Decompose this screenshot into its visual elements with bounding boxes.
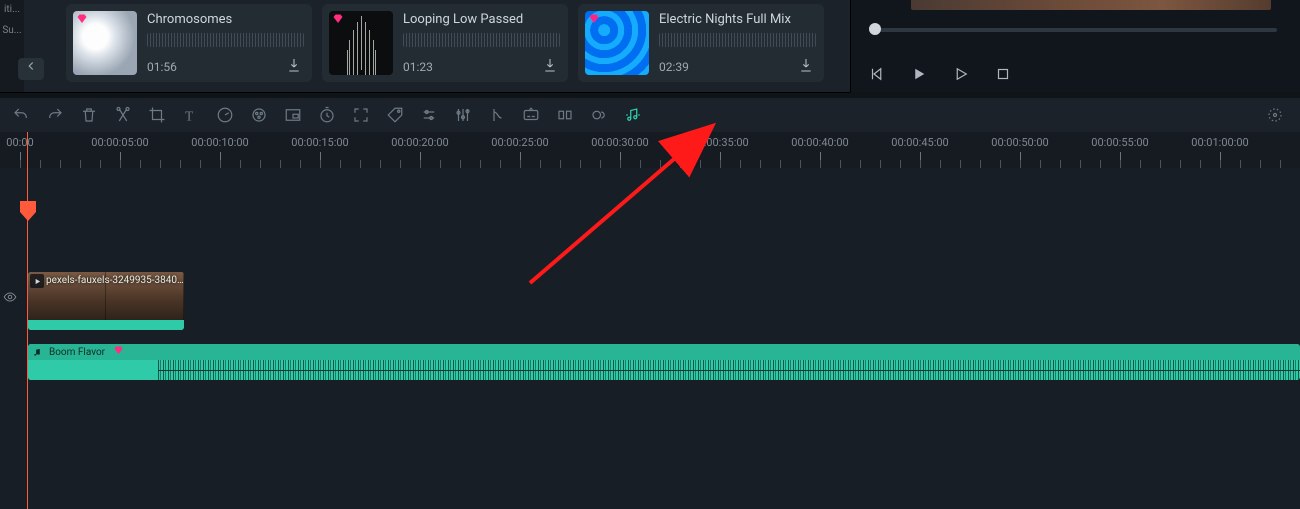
svg-text:T: T: [185, 108, 194, 123]
video-clip-label: pexels-fauxels-3249935-3840…: [46, 275, 184, 286]
premium-gem-icon: [76, 13, 88, 25]
library-card-title: Looping Low Passed: [403, 12, 560, 27]
library-cards: Chromosomes 01:56 Looping Low Passed: [66, 4, 824, 82]
library-card-info: Looping Low Passed 01:23: [393, 4, 568, 82]
preview-scrub-handle[interactable]: [869, 23, 881, 35]
library-mini-waveform: [659, 33, 816, 47]
premium-gem-icon: [588, 13, 600, 25]
library-mini-waveform: [403, 33, 560, 47]
library-card-duration: 01:23: [403, 60, 433, 74]
ruler-label: 00:00:55:00: [1091, 136, 1148, 149]
audio-detach-icon[interactable]: [482, 100, 512, 130]
library-thumb: [329, 11, 393, 75]
text-icon[interactable]: T: [176, 100, 206, 130]
library-card[interactable]: Electric Nights Full Mix 02:39: [578, 4, 824, 82]
color-icon[interactable]: [244, 100, 274, 130]
audio-track[interactable]: Boom Flavor: [20, 344, 1300, 382]
premium-gem-icon: [332, 13, 344, 25]
speech-to-text-icon[interactable]: [584, 100, 614, 130]
adjust-icon[interactable]: [414, 100, 444, 130]
ruler-label: 00:00:30:00: [591, 136, 648, 149]
download-icon[interactable]: [286, 57, 302, 76]
delete-icon[interactable]: [74, 100, 104, 130]
library-card-title: Electric Nights Full Mix: [659, 12, 816, 27]
library-card-duration: 02:39: [659, 60, 689, 74]
audio-waveform: [28, 360, 1300, 380]
media-library-strip: iti... Su... Chromosomes 01:56: [0, 0, 850, 93]
track-visibility-icon[interactable]: [3, 290, 17, 307]
crop-icon[interactable]: [142, 100, 172, 130]
library-card-duration: 01:56: [147, 60, 177, 74]
redo-icon[interactable]: [40, 100, 70, 130]
ruler-label: 00:00:20:00: [391, 136, 448, 149]
download-icon[interactable]: [798, 57, 814, 76]
clip-type-audio-icon: [32, 347, 43, 358]
ruler-ticks: [20, 152, 1300, 168]
split-icon[interactable]: [108, 100, 138, 130]
ruler-label: 00:00:40:00: [791, 136, 848, 149]
ruler-label: 00:00:05:00: [91, 136, 148, 149]
library-thumb: [73, 11, 137, 75]
library-back-button[interactable]: [18, 58, 44, 80]
fit-icon[interactable]: [346, 100, 376, 130]
ruler-label: 00:00:15:00: [291, 136, 348, 149]
timeline-body[interactable]: pexels-fauxels-3249935-3840… Boom Flavor: [0, 168, 1300, 509]
stop-button[interactable]: [993, 64, 1013, 84]
ruler-labels: 00:0000:00:05:0000:00:10:0000:00:15:0000…: [20, 136, 1300, 150]
library-card-info: Chromosomes 01:56: [137, 4, 312, 82]
premium-gem-icon: [113, 345, 124, 359]
timeline-settings-icon[interactable]: [1260, 100, 1290, 130]
ruler-label: 00:00:35:00: [691, 136, 748, 149]
step-back-button[interactable]: [867, 64, 887, 84]
undo-icon[interactable]: [6, 100, 36, 130]
download-icon[interactable]: [542, 57, 558, 76]
frame-mode-icon[interactable]: [550, 100, 580, 130]
ruler-label: 00:00:50:00: [991, 136, 1048, 149]
ruler-label: 00:00: [6, 136, 33, 149]
subtitle-sync-icon[interactable]: [516, 100, 546, 130]
transport-controls: [867, 64, 1013, 84]
timer-icon[interactable]: [312, 100, 342, 130]
preview-panel: [850, 0, 1300, 92]
timeline-toolbar: T: [0, 98, 1300, 132]
mixer-icon[interactable]: [448, 100, 478, 130]
audio-clip-label: Boom Flavor: [49, 347, 105, 358]
audio-clip[interactable]: Boom Flavor: [28, 344, 1300, 380]
speed-icon[interactable]: [210, 100, 240, 130]
timeline-ruler[interactable]: 00:00 00:00:05:00 00:00:10:00 00:00:15:00 00…: [0, 132, 1300, 168]
pip-icon[interactable]: [278, 100, 308, 130]
ruler-label: 00:00:45:00: [891, 136, 948, 149]
library-card[interactable]: Looping Low Passed 01:23: [322, 4, 568, 82]
playhead-line[interactable]: [27, 132, 28, 509]
library-card-title: Chromosomes: [147, 12, 304, 27]
beat-detect-icon[interactable]: [618, 100, 648, 130]
playhead-handle[interactable]: [19, 200, 37, 222]
side-tab-line2: Su...: [0, 25, 24, 36]
video-clip[interactable]: pexels-fauxels-3249935-3840…: [28, 272, 184, 330]
preview-scrub-track[interactable]: [875, 28, 1277, 32]
ruler-label: 00:00:25:00: [491, 136, 548, 149]
ruler-label: 00:00:10:00: [191, 136, 248, 149]
play-toggle-button[interactable]: [909, 64, 929, 84]
side-tab-line1: iti...: [0, 4, 24, 15]
video-track[interactable]: pexels-fauxels-3249935-3840…: [20, 272, 1300, 332]
library-mini-waveform: [147, 33, 304, 47]
ruler-label: 00:01:00:00: [1191, 136, 1248, 149]
library-thumb: [585, 11, 649, 75]
clip-type-video-icon: [30, 274, 44, 288]
library-card-info: Electric Nights Full Mix 02:39: [649, 4, 824, 82]
play-button[interactable]: [951, 64, 971, 84]
library-card[interactable]: Chromosomes 01:56: [66, 4, 312, 82]
tag-icon[interactable]: [380, 100, 410, 130]
preview-frame: [911, 0, 1271, 10]
